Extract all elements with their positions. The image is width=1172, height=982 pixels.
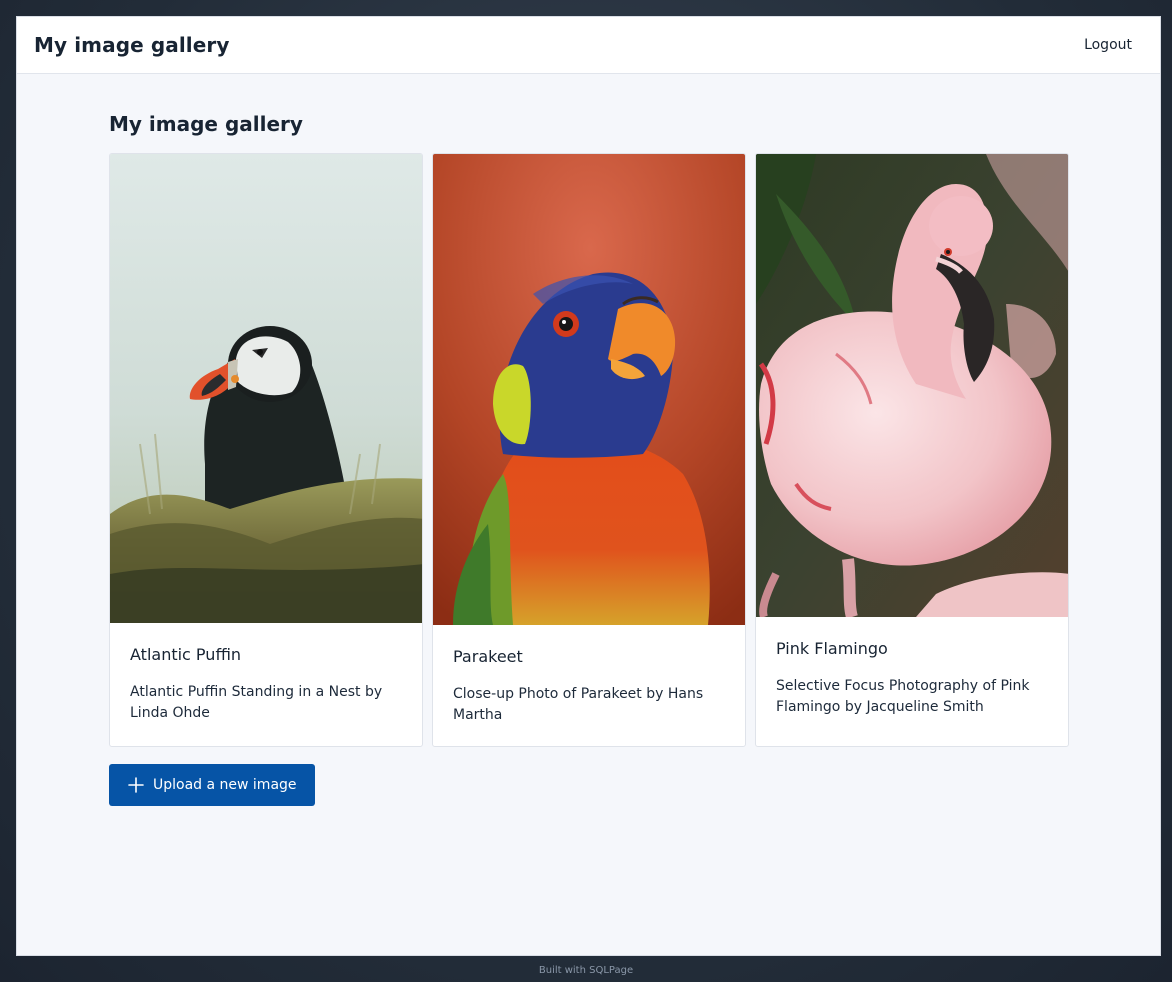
puffin-photo [110,154,422,623]
card-description: Selective Focus Photography of Pink Flam… [776,678,1030,715]
card-title: Pink Flamingo [776,639,888,658]
card-title: Atlantic Puffin [130,645,242,664]
card-grid: Atlantic Puffin Atlantic Puffin Standing… [109,153,1070,747]
app-window: My image gallery Logout My image gallery [16,16,1161,956]
main-content: My image gallery Atlantic Puffin Atlanti… [109,74,1070,806]
upload-button-label: Upload a new image [153,777,297,793]
flamingo-photo [756,154,1068,617]
card-description: Close-up Photo of Parakeet by Hans Marth… [453,686,704,723]
page-title: My image gallery [109,112,303,136]
card-parakeet[interactable]: Parakeet Close-up Photo of Parakeet by H… [432,153,746,747]
card-pink-flamingo[interactable]: Pink Flamingo Selective Focus Photograph… [755,153,1069,747]
parakeet-photo [433,154,745,625]
card-body: Atlantic Puffin Atlantic Puffin Standing… [110,623,422,739]
card-title: Parakeet [453,647,523,666]
card-body: Pink Flamingo Selective Focus Photograph… [756,617,1068,733]
card-body: Parakeet Close-up Photo of Parakeet by H… [433,625,745,741]
card-description: Atlantic Puffin Standing in a Nest by Li… [130,684,383,721]
logout-link[interactable]: Logout [1073,31,1143,59]
brand-title[interactable]: My image gallery [34,33,230,57]
upload-image-button[interactable]: Upload a new image [109,764,315,806]
footer-text[interactable]: Built with SQLPage [0,965,1172,976]
top-navbar: My image gallery Logout [17,17,1160,74]
card-atlantic-puffin[interactable]: Atlantic Puffin Atlantic Puffin Standing… [109,153,423,747]
plus-icon [127,776,145,794]
